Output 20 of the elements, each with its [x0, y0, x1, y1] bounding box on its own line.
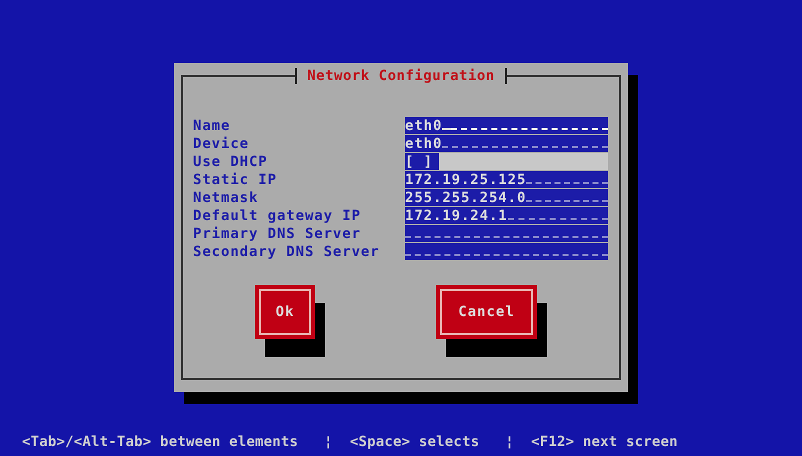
checkbox[interactable]: [ ] — [405, 153, 439, 170]
dialog-button[interactable]: Ok — [255, 285, 315, 339]
field-label: Default gateway IP — [193, 207, 362, 225]
dialog-button[interactable]: Cancel — [436, 285, 537, 339]
field-label: Device — [193, 135, 250, 153]
input-field[interactable]: 172.19.25.125 — [405, 171, 608, 188]
input-field[interactable] — [405, 243, 608, 260]
field-label: Use DHCP — [193, 153, 269, 171]
input-field[interactable]: eth0 — [405, 117, 608, 134]
field-label: Secondary DNS Server — [193, 243, 381, 261]
field-label: Netmask — [193, 189, 260, 207]
dialog-title: Network Configuration — [295, 68, 507, 84]
input-field[interactable]: 255.255.254.0 — [405, 189, 608, 206]
field-label: Static IP — [193, 171, 278, 189]
status-hint-text: <Tab>/<Alt-Tab> between elements ¦ <Space> selects ¦ <F12> next screen — [21, 434, 679, 450]
field-label: Primary DNS Server — [193, 225, 362, 243]
input-field[interactable] — [405, 225, 608, 242]
input-field[interactable]: 172.19.24.1 — [405, 207, 608, 224]
input-field[interactable]: eth0 — [405, 135, 608, 152]
field-label: Name — [193, 117, 232, 135]
